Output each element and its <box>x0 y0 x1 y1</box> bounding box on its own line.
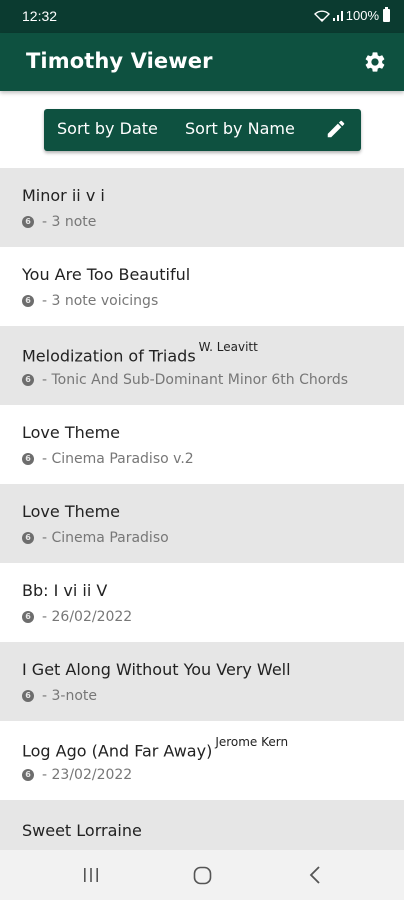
list-item-subtitle: 6- Cinema Paradiso v.2 <box>22 451 194 467</box>
circle-badge-icon: 6 <box>22 611 34 623</box>
battery-icon <box>383 7 390 22</box>
app-bar: Timothy Viewer <box>0 33 404 91</box>
home-icon[interactable] <box>193 866 212 885</box>
list-item[interactable]: Love Theme 6- Cinema Paradiso v.2 <box>0 405 404 484</box>
app-title: Timothy Viewer <box>26 49 213 73</box>
list-item[interactable]: Melodization of Triads W. Leavitt 6- Toni… <box>0 326 404 405</box>
list-item-title: I Get Along Without You Very Well <box>22 660 291 679</box>
list-item-title: Minor ii v i <box>22 186 105 205</box>
list-item-subtitle: 6- 3-note <box>22 688 97 704</box>
gear-icon[interactable] <box>363 50 387 74</box>
list-item-title: Log Ago (And Far Away) Jerome Kern <box>22 735 289 761</box>
list-item-title: You Are Too Beautiful <box>22 265 191 284</box>
sort-by-name-button[interactable]: Sort by Name <box>185 119 295 138</box>
list-item-composer: Jerome Kern <box>215 735 289 749</box>
list-item-subtitle: 6- 3 note <box>22 214 96 230</box>
list-item-subtitle: 6- Tonic And Sub-Dominant Minor 6th Chor… <box>22 372 348 388</box>
list-item[interactable]: Minor ii v i 6- 3 note <box>0 168 404 247</box>
list-item-subtitle: 6- 3 note voicings <box>22 293 158 309</box>
list-item-composer: W. Leavitt <box>198 340 258 354</box>
list-item-title: Love Theme <box>22 502 121 521</box>
list-item[interactable]: Bb: I vi ii V 6- 26/02/2022 <box>0 563 404 642</box>
battery-percent: 100% <box>345 8 379 23</box>
list-item-subtitle: 6- 23/02/2022 <box>22 767 132 783</box>
wifi-icon <box>313 9 330 22</box>
list-item[interactable]: Love Theme 6- Cinema Paradiso <box>0 484 404 563</box>
circle-badge-icon: 6 <box>22 295 34 307</box>
recent-apps-icon[interactable] <box>82 867 100 883</box>
circle-badge-icon: 6 <box>22 769 34 781</box>
circle-badge-icon: 6 <box>22 532 34 544</box>
circle-badge-icon: 6 <box>22 453 34 465</box>
circle-badge-icon: 6 <box>22 690 34 702</box>
list-item[interactable]: Sweet Lorraine <box>0 800 404 850</box>
status-time: 12:32 <box>22 8 58 24</box>
circle-badge-icon: 6 <box>22 374 34 386</box>
list-item[interactable]: Log Ago (And Far Away) Jerome Kern 6- 23/… <box>0 721 404 800</box>
status-bar: 12:32 100% <box>0 0 404 33</box>
song-list: Minor ii v i 6- 3 note You Are Too Beaut… <box>0 168 404 800</box>
list-item-title: Love Theme <box>22 423 121 442</box>
circle-badge-icon: 6 <box>22 216 34 228</box>
back-icon[interactable] <box>309 866 321 884</box>
signal-icon <box>332 11 343 21</box>
sort-by-date-button[interactable]: Sort by Date <box>57 119 158 138</box>
list-item-title: Melodization of Triads W. Leavitt <box>22 340 258 366</box>
system-nav-bar <box>0 850 404 900</box>
list-item[interactable]: I Get Along Without You Very Well 6- 3-n… <box>0 642 404 721</box>
status-icons: 100% <box>313 7 390 23</box>
list-item-subtitle: 6- Cinema Paradiso <box>22 530 169 546</box>
list-item-title: Sweet Lorraine <box>22 821 142 840</box>
sort-toolbar: Sort by Date Sort by Name <box>44 109 361 151</box>
list-item-subtitle: 6- 26/02/2022 <box>22 609 132 625</box>
list-item[interactable]: You Are Too Beautiful 6- 3 note voicings <box>0 247 404 326</box>
list-item-title: Bb: I vi ii V <box>22 581 108 600</box>
pencil-icon[interactable] <box>325 118 347 140</box>
